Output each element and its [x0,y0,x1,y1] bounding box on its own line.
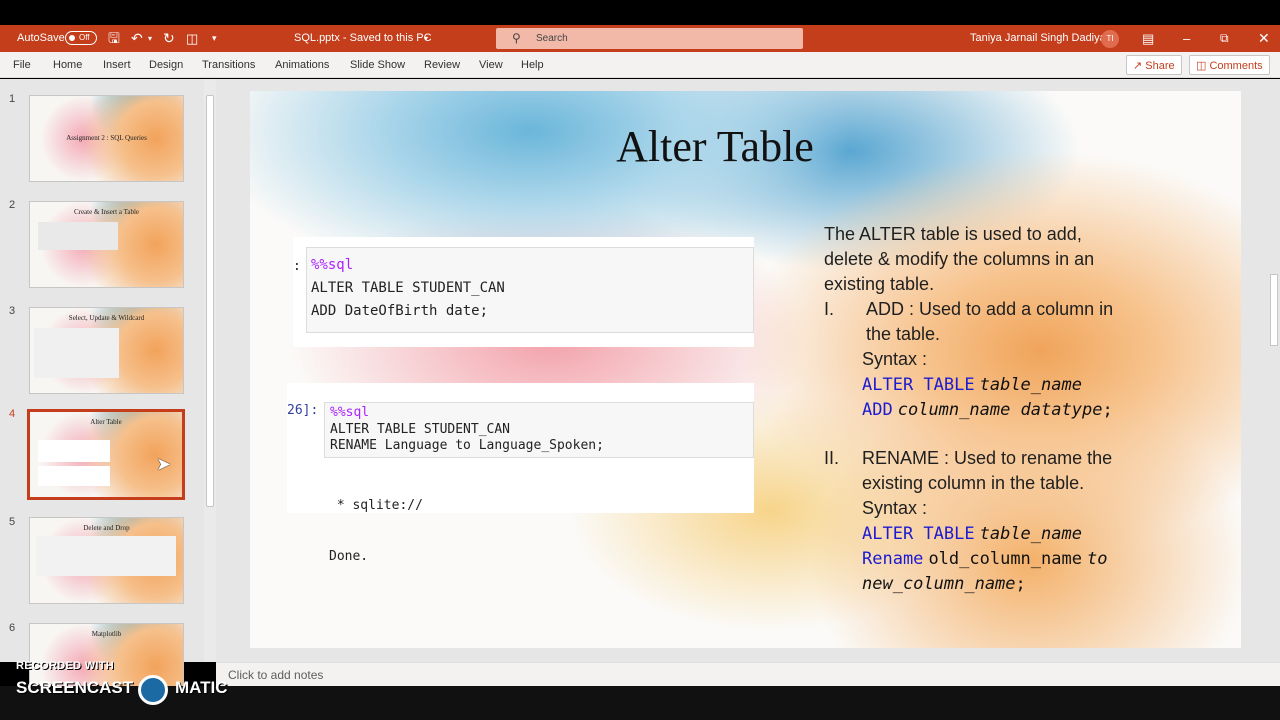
screencast-watermark: RECORDED WITH SCREENCAST MATIC [16,660,246,708]
autosave-label: AutoSave [17,32,65,44]
thumb-number: 5 [9,516,16,528]
screencast-logo-icon [138,675,168,705]
slide-thumbnail-panel: 1 Assignment 2 : SQL Queries 2 Create & … [0,79,216,710]
notes-pane[interactable]: Click to add notes [216,662,1280,686]
slide-canvas[interactable]: Alter Table : %%sql ALTER TABLE STUDENT_… [250,91,1241,648]
code-cell-input: %%sql ALTER TABLE STUDENT_CAN RENAME Lan… [324,402,754,458]
thumb-number: 2 [9,199,16,211]
tab-help[interactable]: Help [521,52,544,78]
thumb-number: 1 [9,93,16,105]
share-button[interactable]: ↗ Share [1126,55,1182,75]
minimize-icon[interactable]: – [1183,25,1190,52]
slide-thumbnail-3[interactable]: Select, Update & Wildcard [29,307,184,394]
thumb-number: 6 [9,622,16,634]
tab-animations[interactable]: Animations [275,52,329,78]
user-name[interactable]: Taniya Jarnail Singh Dadiyal [970,25,1108,52]
code-cell-output: * sqlite:// Done. [329,498,423,564]
redo-icon[interactable]: ↻ [163,25,175,52]
thumb-number: 3 [9,305,16,317]
mouse-cursor-icon: ➤ [156,454,172,474]
tab-home[interactable]: Home [53,52,82,78]
tab-file[interactable]: File [13,52,31,78]
document-title[interactable]: SQL.pptx - Saved to this PC [294,25,432,52]
present-icon[interactable]: ◫ [186,25,198,52]
letterbox-top [0,0,1280,25]
slide-scrollbar[interactable] [1268,79,1280,662]
slide-thumbnail-1[interactable]: Assignment 2 : SQL Queries [29,95,184,182]
search-placeholder: Search [536,33,568,44]
restore-icon[interactable]: ⧉ [1220,25,1229,52]
title-bar: AutoSave Off 🖫 ↶ ▾ ↻ ◫ ▾ SQL.pptx - Save… [0,25,1280,52]
undo-dropdown-icon[interactable]: ▾ [148,25,152,52]
slide-thumbnail-5[interactable]: Delete and Drop [29,517,184,604]
slide-title[interactable]: Alter Table [250,121,1180,172]
ribbon-display-icon[interactable]: ▤ [1142,25,1154,52]
share-icon: ↗ [1133,60,1146,72]
undo-icon[interactable]: ↶ [131,25,143,52]
comments-button[interactable]: ◫ Comments [1189,55,1270,75]
comment-icon: ◫ [1196,60,1210,72]
cell-prompt: 26]: [287,403,319,418]
search-icon: ⚲ [512,31,521,45]
powerpoint-window: AutoSave Off 🖫 ↶ ▾ ↻ ◫ ▾ SQL.pptx - Save… [0,0,1280,720]
tab-review[interactable]: Review [424,52,460,78]
thumb-number: 4 [9,408,16,420]
title-dropdown-icon[interactable]: ▾ [424,25,428,52]
tab-slide-show[interactable]: Slide Show [350,52,405,78]
customize-toolbar-icon[interactable]: ▾ [212,25,217,52]
slide-thumbnail-2[interactable]: Create & Insert a Table [29,201,184,288]
save-icon[interactable]: 🖫 [108,25,120,52]
thumbnail-scrollbar[interactable] [204,79,216,662]
tab-insert[interactable]: Insert [103,52,131,78]
tab-view[interactable]: View [479,52,503,78]
code-screenshot-1[interactable]: : %%sql ALTER TABLE STUDENT_CAN ADD Date… [293,237,754,347]
autosave-toggle[interactable]: Off [65,25,97,52]
ribbon-tabs: File Home Insert Design Transitions Anim… [0,52,1280,78]
search-box[interactable]: ⚲ Search [496,28,803,49]
cell-prompt: : [293,259,301,274]
code-cell-input: %%sql ALTER TABLE STUDENT_CAN ADD DateOf… [306,247,754,333]
tab-design[interactable]: Design [149,52,183,78]
close-icon[interactable]: ✕ [1258,25,1270,52]
tab-transitions[interactable]: Transitions [202,52,255,78]
avatar[interactable]: TI [1101,30,1119,48]
code-screenshot-2[interactable]: 26]: %%sql ALTER TABLE STUDENT_CAN RENAM… [287,383,754,564]
